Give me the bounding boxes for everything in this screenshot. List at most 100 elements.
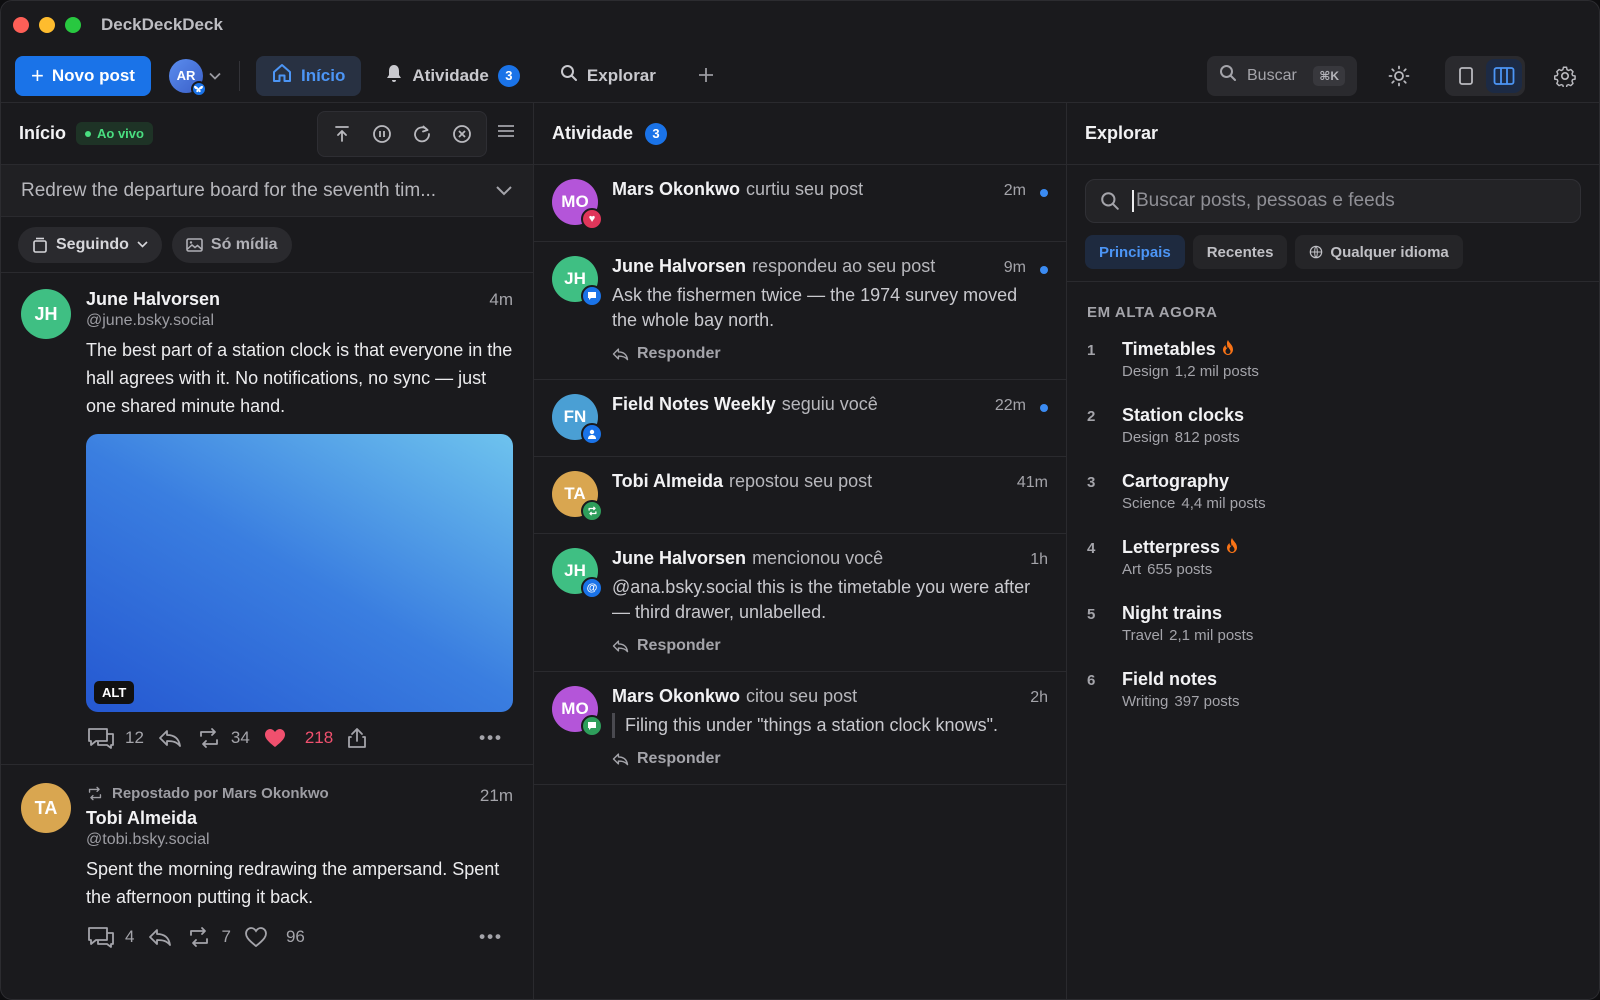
reply-button[interactable]: 12 xyxy=(86,726,144,750)
tab-inicio[interactable]: Início xyxy=(255,55,362,96)
trend-item[interactable]: 3 Cartography Science 4,4 mil posts xyxy=(1067,463,1599,529)
activity-line: Mars Okonkwo curtiu seu post 2m xyxy=(612,179,1048,200)
reply-button[interactable]: Responder xyxy=(612,637,1048,655)
more-options-button[interactable]: ••• xyxy=(479,728,503,748)
post-image[interactable]: ALT xyxy=(86,434,513,712)
trend-item[interactable]: 6 Field notes Writing 397 posts xyxy=(1067,661,1599,727)
trend-name: Cartography xyxy=(1122,471,1230,491)
activity-body: June Halvorsen respondeu ao seu post 9m … xyxy=(612,256,1048,363)
close-column-button[interactable] xyxy=(444,116,480,152)
trending-header: EM ALTA AGORA xyxy=(1087,304,1218,321)
draft-preview-bar[interactable]: Redrew the departure board for the seven… xyxy=(1,165,533,217)
pause-button[interactable] xyxy=(364,116,400,152)
trend-item[interactable]: 2 Station clocks Design 812 posts xyxy=(1067,397,1599,463)
author-name[interactable]: Tobi Almeida xyxy=(86,808,513,829)
like-button[interactable]: 96 xyxy=(245,927,305,947)
avatar[interactable]: JH @ xyxy=(552,548,603,599)
share-button[interactable] xyxy=(347,727,367,749)
theme-toggle-button[interactable] xyxy=(1379,56,1419,96)
actor-name[interactable]: Tobi Almeida xyxy=(612,471,723,492)
single-column-layout-button[interactable] xyxy=(1448,59,1484,93)
explore-column: Explorar Principais Recentes Qualquer id… xyxy=(1067,103,1599,999)
minimize-window-button[interactable] xyxy=(39,17,55,33)
tab-recentes[interactable]: Recentes xyxy=(1192,235,1288,269)
refresh-button[interactable] xyxy=(404,116,440,152)
multi-column-layout-button[interactable] xyxy=(1486,58,1522,93)
avatar[interactable]: FN xyxy=(552,394,603,445)
reposted-by-label[interactable]: Repostado por Mars Okonkwo xyxy=(86,785,329,802)
trend-name: Letterpress xyxy=(1122,537,1221,557)
avatar[interactable]: JH xyxy=(21,289,71,339)
reply-arrow-icon xyxy=(612,753,629,766)
settings-button[interactable] xyxy=(1545,56,1585,96)
actor-name[interactable]: Mars Okonkwo xyxy=(612,686,740,707)
explore-search-input[interactable] xyxy=(1136,190,1566,212)
tab-explorar[interactable]: Explorar xyxy=(544,56,672,96)
tab-principais[interactable]: Principais xyxy=(1085,235,1185,269)
activity-item[interactable]: TA Tobi Almeida repostou seu post 41m xyxy=(534,457,1066,534)
avatar[interactable]: MO xyxy=(552,686,603,737)
close-window-button[interactable] xyxy=(13,17,29,33)
column-menu-button[interactable] xyxy=(497,124,515,143)
reply-button[interactable]: 4 xyxy=(86,925,134,949)
plus-icon xyxy=(698,67,713,82)
live-label: Ao vivo xyxy=(97,126,144,141)
repost-button[interactable]: 34 xyxy=(196,727,250,749)
following-filter-dropdown[interactable]: Seguindo xyxy=(18,226,162,263)
author-handle[interactable]: @tobi.bsky.social xyxy=(86,831,513,849)
avatar[interactable]: MO ♥ xyxy=(552,179,603,230)
avatar-initials: MO xyxy=(561,699,589,718)
avatar-initials: MO xyxy=(561,192,589,211)
avatar[interactable]: TA xyxy=(21,783,71,833)
account-switcher[interactable]: AR xyxy=(168,58,221,97)
avatar[interactable]: JH xyxy=(552,256,603,307)
actor-name[interactable]: June Halvorsen xyxy=(612,256,746,277)
activity-line: Tobi Almeida repostou seu post 41m xyxy=(612,471,1048,492)
alt-text-badge[interactable]: ALT xyxy=(94,681,135,704)
activity-text: @ana.bsky.social this is the timetable y… xyxy=(612,577,1031,622)
add-column-button[interactable] xyxy=(698,62,714,90)
new-post-button[interactable]: + Novo post xyxy=(15,55,151,96)
author-handle[interactable]: @june.bsky.social xyxy=(86,312,513,330)
reply-button[interactable]: Responder xyxy=(612,750,1048,768)
activity-item[interactable]: FN Field Notes Weekly seguiu você 22m xyxy=(534,380,1066,457)
activity-item[interactable]: MO Mars Okonkwo citou seu post 2h Filing… xyxy=(534,672,1066,785)
flame-icon xyxy=(1226,538,1238,557)
author-name[interactable]: June Halvorsen xyxy=(86,289,220,310)
more-options-button[interactable]: ••• xyxy=(479,927,503,947)
quick-reply-button[interactable] xyxy=(158,728,182,748)
trend-item[interactable]: 1 Timetables Design 1,2 mil posts xyxy=(1067,331,1599,397)
trend-meta: Design 1,2 mil posts xyxy=(1122,363,1259,380)
activity-item[interactable]: MO ♥ Mars Okonkwo curtiu seu post 2m xyxy=(534,165,1066,242)
live-dot xyxy=(85,130,92,137)
chevron-down-icon xyxy=(137,241,148,248)
scroll-to-top-button[interactable] xyxy=(324,116,360,152)
title-bar: DeckDeckDeck xyxy=(1,1,1599,49)
avatar[interactable]: TA xyxy=(552,471,603,522)
global-search-button[interactable]: Buscar ⌘K xyxy=(1207,55,1357,96)
media-only-filter[interactable]: Só mídia xyxy=(171,226,292,263)
trend-item[interactable]: 4 Letterpress Art 655 posts xyxy=(1067,529,1599,595)
trend-item[interactable]: 5 Night trains Travel 2,1 mil posts xyxy=(1067,595,1599,661)
reply-count: 12 xyxy=(125,728,144,747)
zoom-window-button[interactable] xyxy=(65,17,81,33)
activity-item[interactable]: JH @ June Halvorsen mencionou você 1h @a… xyxy=(534,534,1066,672)
feed-post[interactable]: JH June Halvorsen 4m @june.bsky.social T… xyxy=(1,273,533,765)
quick-reply-button[interactable] xyxy=(148,927,172,947)
like-button[interactable]: 218 xyxy=(264,728,333,748)
tab-atividade[interactable]: Atividade 3 xyxy=(369,56,536,96)
trend-category: Travel xyxy=(1122,627,1164,644)
reply-button[interactable]: Responder xyxy=(612,345,1048,363)
actor-name[interactable]: June Halvorsen xyxy=(612,548,746,569)
trend-rank: 5 xyxy=(1087,606,1096,623)
actor-name[interactable]: Mars Okonkwo xyxy=(612,179,740,200)
activity-action: seguiu você xyxy=(781,394,878,414)
language-filter[interactable]: Qualquer idioma xyxy=(1295,235,1463,269)
explore-search-field[interactable] xyxy=(1085,179,1581,223)
feed-post[interactable]: TA Repostado por Mars Okonkwo 21m Tobi A… xyxy=(1,765,533,963)
column-title: Explorar xyxy=(1085,123,1159,143)
trend-meta: Science 4,4 mil posts xyxy=(1122,495,1266,512)
activity-item[interactable]: JH June Halvorsen respondeu ao seu post … xyxy=(534,242,1066,380)
repost-button[interactable]: 7 xyxy=(186,926,231,948)
actor-name[interactable]: Field Notes Weekly xyxy=(612,394,776,415)
